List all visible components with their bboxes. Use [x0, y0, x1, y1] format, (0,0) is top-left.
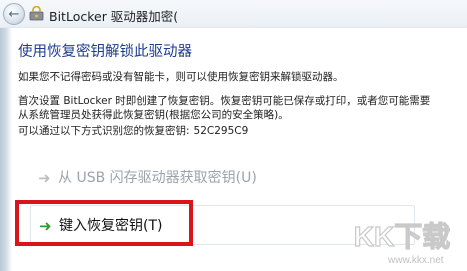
- watermark-url: www.kkx.net: [388, 255, 444, 266]
- usb-key-option[interactable]: ➜ 从 USB 闪存驱动器获取密钥(U): [30, 159, 415, 199]
- page-title: 使用恢复密钥解锁此驱动器: [18, 44, 192, 60]
- highlight-box: [15, 200, 193, 246]
- back-arrow-icon[interactable]: ←: [3, 3, 25, 25]
- intro-text: 如果您不记得密码或没有智能卡，则可以使用恢复密钥来解锁驱动器。: [18, 71, 344, 83]
- watermark-logo-text: KK下载: [354, 221, 450, 252]
- bitlocker-icon: [29, 6, 44, 21]
- key-id-row: 可以通过以下方式识别您的恢复密钥: 52C295C9: [18, 124, 248, 138]
- info-text-line2: 从系统管理员处获得此恢复密钥(根据您公司的安全策略)。: [18, 109, 289, 121]
- window-title: BitLocker 驱动器加密(: [49, 9, 179, 24]
- info-text-line1: 首次设置 BitLocker 时即创建了恢复密钥。恢复密钥可能已保存或打印，或者…: [18, 95, 431, 107]
- key-id-value: 52C295C9: [193, 125, 249, 137]
- usb-key-option-label: 从 USB 闪存驱动器获取密钥(U): [58, 170, 257, 186]
- title-bar: ← BitLocker 驱动器加密(: [0, 0, 467, 28]
- watermark-logo: KK下载: [353, 220, 451, 252]
- arrow-right-icon: ➜: [38, 169, 51, 187]
- key-id-label: 可以通过以下方式识别您的恢复密钥:: [18, 125, 190, 137]
